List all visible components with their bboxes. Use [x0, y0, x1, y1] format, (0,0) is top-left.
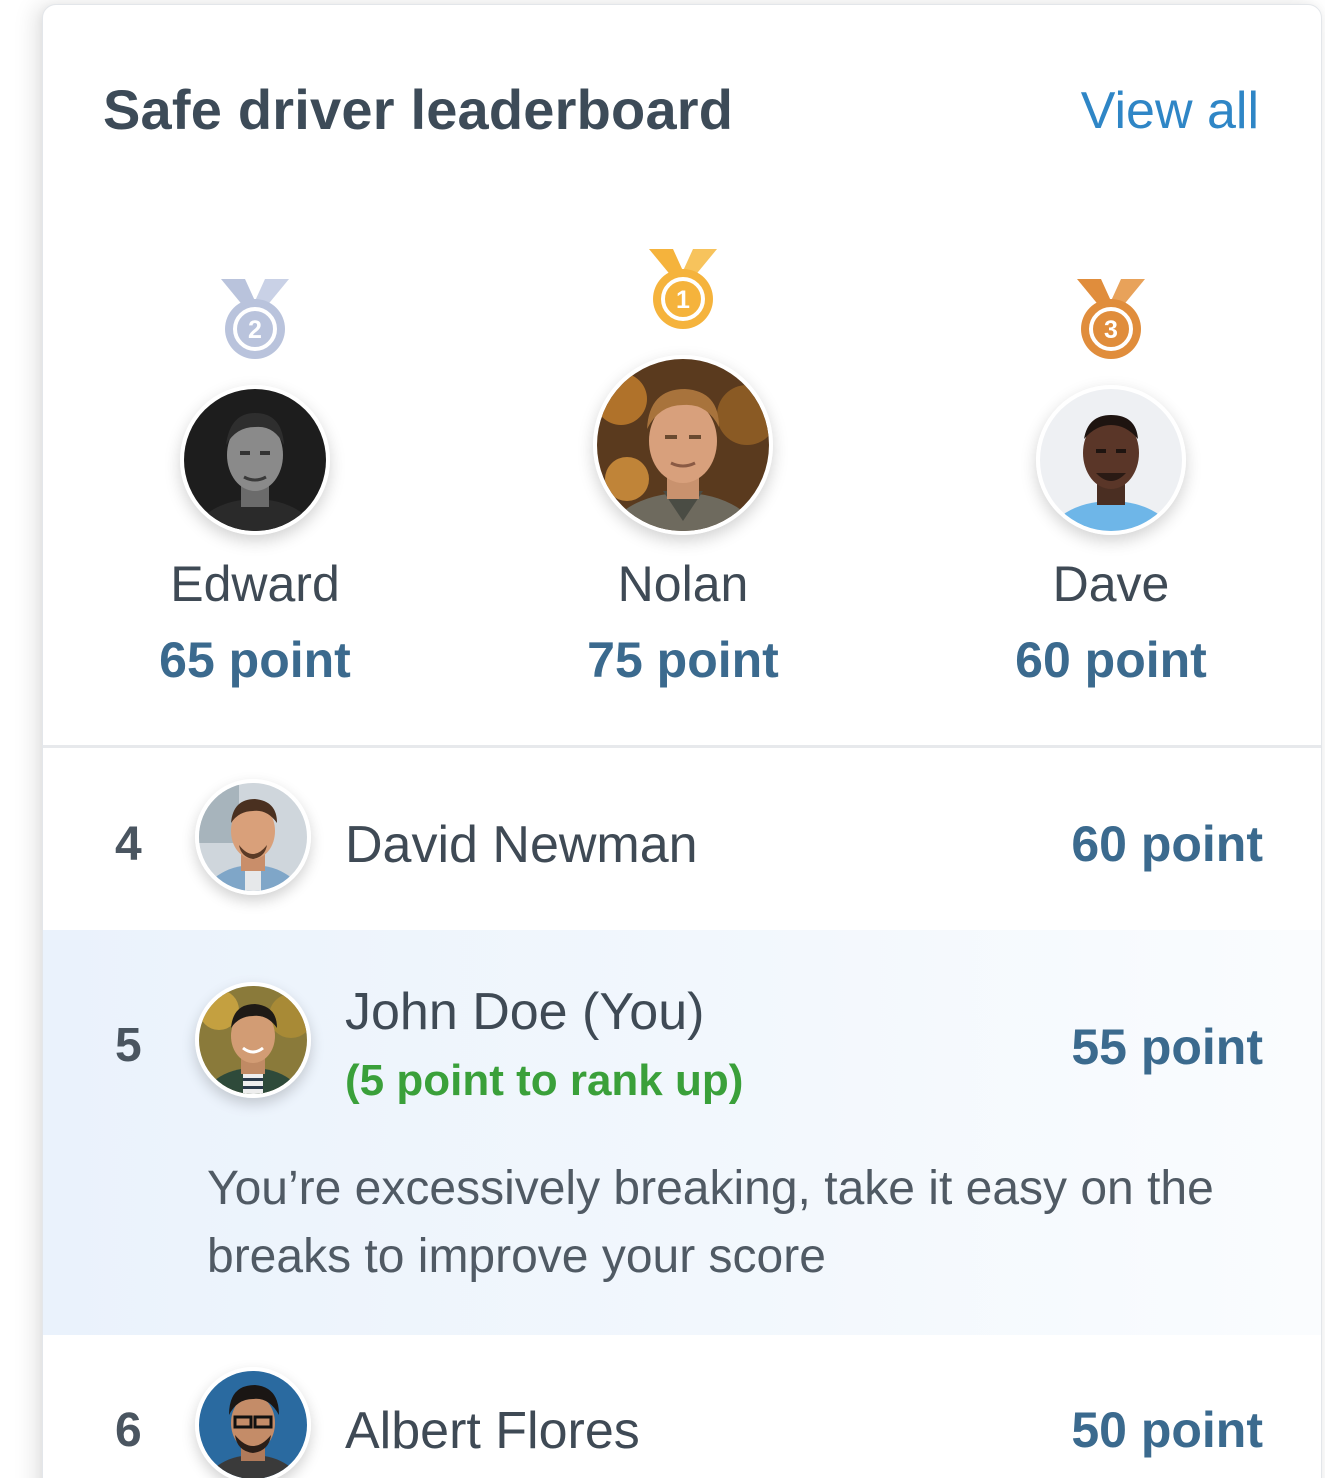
medal-number: 1 — [676, 286, 690, 314]
bronze-medal-icon: 3 — [1071, 275, 1151, 365]
divider — [43, 745, 1321, 748]
driver-points: 60 point — [1071, 816, 1263, 872]
avatar — [195, 779, 311, 895]
leaderboard-screen: Safe driver leaderboard View all 2 Edwar… — [0, 0, 1325, 1478]
avatar — [1036, 385, 1186, 535]
view-all-link[interactable]: View all — [1081, 81, 1259, 141]
podium-second[interactable]: 2 Edward 65 point — [85, 275, 425, 705]
driver-points: 55 point — [1071, 1019, 1263, 1075]
podium-points: 65 point — [159, 632, 351, 688]
driver-name: Albert Flores — [345, 1402, 640, 1460]
card-title: Safe driver leaderboard — [103, 78, 734, 141]
rank-number: 5 — [115, 1019, 142, 1072]
gold-medal-icon: 1 — [643, 245, 723, 335]
podium-name: Edward — [170, 556, 340, 612]
podium-third[interactable]: 3 Dave 60 point — [941, 275, 1281, 705]
podium-name: Nolan — [617, 556, 749, 612]
list-item[interactable]: 6 Albert Flores 50 point — [43, 1367, 1321, 1478]
avatar — [180, 385, 330, 535]
leaderboard-card: Safe driver leaderboard View all 2 Edwar… — [42, 4, 1322, 1478]
rank-number: 4 — [115, 818, 142, 871]
podium-first[interactable]: 1 Nolan 75 point — [513, 245, 853, 705]
avatar — [593, 355, 773, 535]
driving-tip: You’re excessively breaking, take it eas… — [207, 1162, 1214, 1283]
rank-up-hint: (5 point to rank up) — [345, 1056, 744, 1105]
medal-number: 3 — [1104, 316, 1118, 344]
avatar — [195, 982, 311, 1098]
driver-name: David Newman — [345, 816, 698, 874]
silver-medal-icon: 2 — [215, 275, 295, 365]
podium-name: Dave — [1052, 556, 1170, 612]
podium-points: 60 point — [1015, 632, 1207, 688]
driver-name: John Doe (You) — [345, 983, 705, 1041]
rank-number: 6 — [115, 1404, 142, 1457]
driver-points: 50 point — [1071, 1402, 1263, 1458]
medal-number: 2 — [248, 316, 262, 344]
podium-points: 75 point — [587, 632, 779, 688]
list-item[interactable]: 4 David Newman 60 point — [43, 777, 1321, 907]
avatar — [195, 1367, 311, 1478]
